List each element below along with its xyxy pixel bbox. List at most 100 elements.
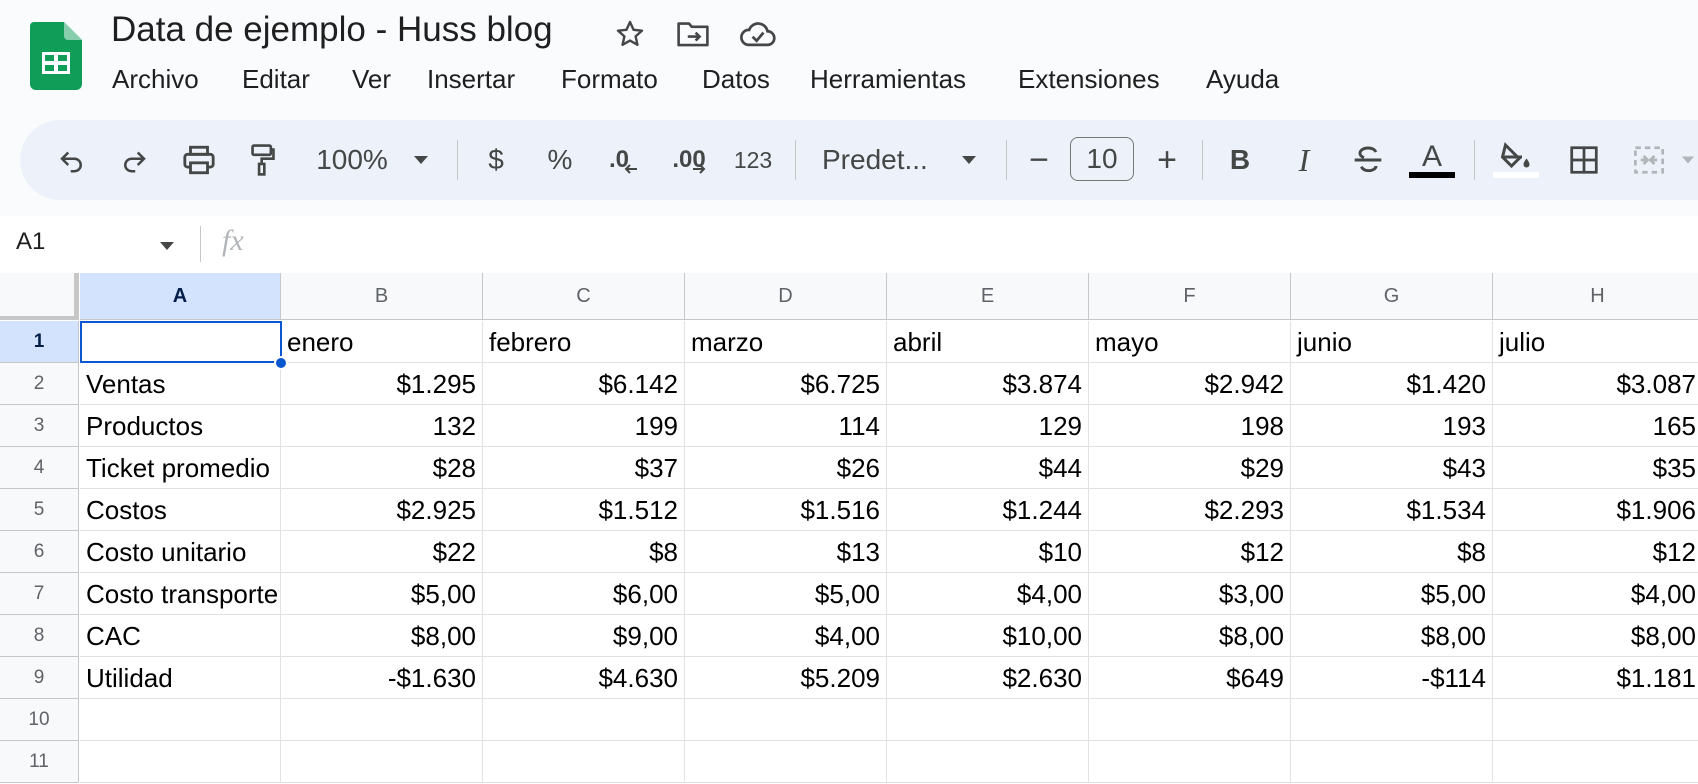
- cell-g2[interactable]: $1.420: [1291, 363, 1493, 405]
- row-header-11[interactable]: 11: [0, 741, 79, 783]
- cell-h3[interactable]: 165: [1493, 405, 1698, 447]
- paint-format-icon[interactable]: [240, 136, 286, 184]
- cell-g7[interactable]: $5,00: [1291, 573, 1493, 615]
- column-header-c[interactable]: C: [483, 273, 685, 320]
- borders-icon[interactable]: [1562, 136, 1606, 184]
- zoom-dropdown-icon[interactable]: [408, 136, 434, 184]
- row-header-7[interactable]: 7: [0, 573, 79, 615]
- cell-f7[interactable]: $3,00: [1089, 573, 1291, 615]
- cell-h9[interactable]: $1.181: [1493, 657, 1698, 699]
- font-dropdown-icon[interactable]: [956, 136, 982, 184]
- row-header-5[interactable]: 5: [0, 489, 79, 531]
- currency-format-button[interactable]: $: [480, 136, 512, 184]
- name-box-dropdown-icon[interactable]: [158, 238, 176, 256]
- italic-button[interactable]: I: [1288, 136, 1320, 184]
- merge-dropdown-icon[interactable]: [1678, 136, 1698, 184]
- cell-e2[interactable]: $3.874: [887, 363, 1089, 405]
- row-header-9[interactable]: 9: [0, 657, 79, 699]
- cell-e6[interactable]: $10: [887, 531, 1089, 573]
- merge-cells-icon[interactable]: [1626, 136, 1672, 184]
- menu-editar[interactable]: Editar: [236, 64, 316, 95]
- cell-c7[interactable]: $6,00: [483, 573, 685, 615]
- menu-archivo[interactable]: Archivo: [106, 64, 205, 95]
- sheets-logo[interactable]: [30, 22, 82, 90]
- cell-h4[interactable]: $35: [1493, 447, 1698, 489]
- fill-handle[interactable]: [274, 356, 288, 370]
- cell-g8[interactable]: $8,00: [1291, 615, 1493, 657]
- cell-e3[interactable]: 129: [887, 405, 1089, 447]
- column-header-h[interactable]: H: [1493, 273, 1698, 320]
- cell-b4[interactable]: $28: [281, 447, 483, 489]
- cell-h6[interactable]: $12: [1493, 531, 1698, 573]
- star-icon[interactable]: [610, 14, 650, 54]
- font-size-decrease-button[interactable]: −: [1024, 136, 1054, 184]
- text-color-button[interactable]: A: [1408, 136, 1456, 184]
- cell-f8[interactable]: $8,00: [1089, 615, 1291, 657]
- cell-a2[interactable]: Ventas: [80, 363, 281, 405]
- cell-a9[interactable]: Utilidad: [80, 657, 281, 699]
- cell-c3[interactable]: 199: [483, 405, 685, 447]
- decrease-decimal-button[interactable]: .0: [600, 136, 648, 184]
- cell-f6[interactable]: $12: [1089, 531, 1291, 573]
- zoom-select[interactable]: 100%: [312, 136, 392, 184]
- cell-b2[interactable]: $1.295: [281, 363, 483, 405]
- font-select[interactable]: Predet...: [822, 136, 938, 184]
- move-folder-icon[interactable]: [673, 14, 713, 54]
- undo-icon[interactable]: [50, 136, 94, 184]
- cell-h1[interactable]: julio: [1493, 321, 1698, 363]
- cell-c10[interactable]: [483, 699, 685, 741]
- cell-e8[interactable]: $10,00: [887, 615, 1089, 657]
- cell-h11[interactable]: [1493, 741, 1698, 783]
- menu-ver[interactable]: Ver: [346, 64, 397, 95]
- cell-d6[interactable]: $13: [685, 531, 887, 573]
- cell-a3[interactable]: Productos: [80, 405, 281, 447]
- font-size-input[interactable]: 10: [1070, 137, 1134, 181]
- row-header-10[interactable]: 10: [0, 699, 79, 741]
- font-size-increase-button[interactable]: +: [1152, 136, 1182, 184]
- menu-insertar[interactable]: Insertar: [421, 64, 521, 95]
- cell-e5[interactable]: $1.244: [887, 489, 1089, 531]
- cell-g3[interactable]: 193: [1291, 405, 1493, 447]
- cell-d7[interactable]: $5,00: [685, 573, 887, 615]
- cell-c6[interactable]: $8: [483, 531, 685, 573]
- cell-b10[interactable]: [281, 699, 483, 741]
- cell-f1[interactable]: mayo: [1089, 321, 1291, 363]
- cell-c5[interactable]: $1.512: [483, 489, 685, 531]
- cell-e11[interactable]: [887, 741, 1089, 783]
- more-formats-button[interactable]: 123: [730, 136, 776, 184]
- cell-f10[interactable]: [1089, 699, 1291, 741]
- cell-e9[interactable]: $2.630: [887, 657, 1089, 699]
- cell-d4[interactable]: $26: [685, 447, 887, 489]
- cell-d11[interactable]: [685, 741, 887, 783]
- cell-h2[interactable]: $3.087: [1493, 363, 1698, 405]
- cell-e1[interactable]: abril: [887, 321, 1089, 363]
- cell-b9[interactable]: -$1.630: [281, 657, 483, 699]
- cell-d2[interactable]: $6.725: [685, 363, 887, 405]
- cell-d5[interactable]: $1.516: [685, 489, 887, 531]
- cell-c2[interactable]: $6.142: [483, 363, 685, 405]
- row-header-4[interactable]: 4: [0, 447, 79, 489]
- cell-e4[interactable]: $44: [887, 447, 1089, 489]
- cell-h8[interactable]: $8,00: [1493, 615, 1698, 657]
- cell-h7[interactable]: $4,00: [1493, 573, 1698, 615]
- cell-b1[interactable]: enero: [281, 321, 483, 363]
- formula-input[interactable]: [270, 222, 1690, 262]
- cell-h10[interactable]: [1493, 699, 1698, 741]
- cell-a10[interactable]: [80, 699, 281, 741]
- cell-c8[interactable]: $9,00: [483, 615, 685, 657]
- cell-d3[interactable]: 114: [685, 405, 887, 447]
- bold-button[interactable]: B: [1224, 136, 1256, 184]
- column-header-e[interactable]: E: [887, 273, 1089, 320]
- cell-g9[interactable]: -$114: [1291, 657, 1493, 699]
- cell-b8[interactable]: $8,00: [281, 615, 483, 657]
- document-title[interactable]: Data de ejemplo - Huss blog: [111, 10, 553, 50]
- column-header-g[interactable]: G: [1291, 273, 1493, 320]
- cell-a8[interactable]: CAC: [80, 615, 281, 657]
- cell-b6[interactable]: $22: [281, 531, 483, 573]
- menu-extensiones[interactable]: Extensiones: [1012, 64, 1166, 95]
- row-header-1[interactable]: 1: [0, 321, 79, 363]
- row-header-3[interactable]: 3: [0, 405, 79, 447]
- cell-c1[interactable]: febrero: [483, 321, 685, 363]
- row-header-2[interactable]: 2: [0, 363, 79, 405]
- menu-herramientas[interactable]: Herramientas: [804, 64, 972, 95]
